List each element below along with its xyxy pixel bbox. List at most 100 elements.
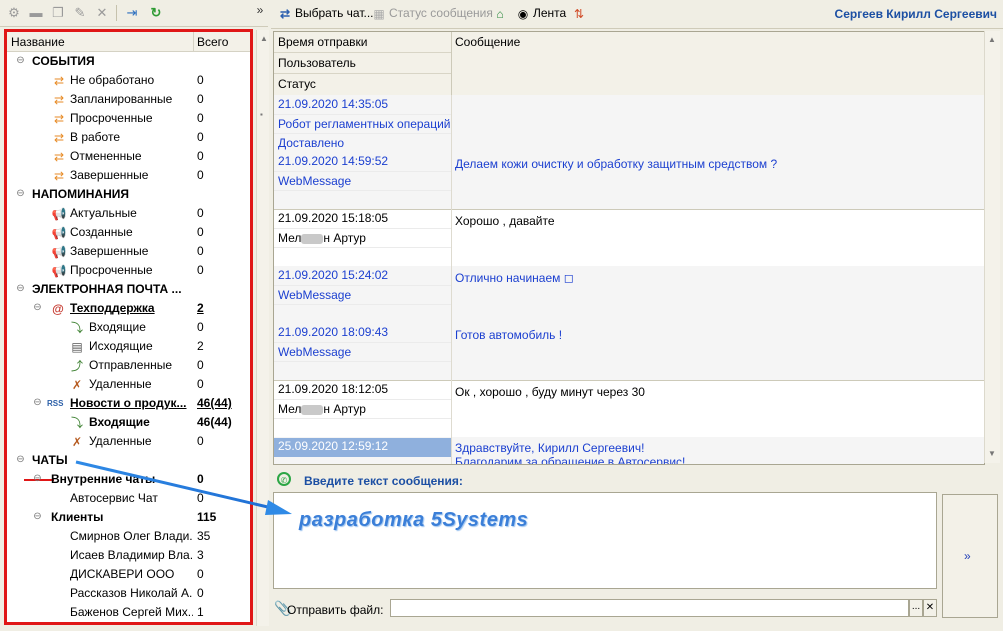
cell-divider bbox=[451, 152, 452, 209]
tree-item[interactable]: ⇄ Запланированные 0 bbox=[7, 90, 250, 109]
tree-item[interactable]: ✗ Удаленные 0 bbox=[7, 432, 250, 451]
col-name-header[interactable]: Название bbox=[11, 35, 65, 49]
browse-file-button[interactable]: ... bbox=[909, 599, 923, 617]
tree-group-events[interactable]: ⊖ СОБЫТИЯ bbox=[7, 52, 250, 71]
select-chat-button[interactable]: ⇄ Выбрать чат... bbox=[277, 6, 374, 22]
collapse-icon[interactable]: ⊖ bbox=[32, 303, 43, 314]
delete-icon[interactable]: ✕ bbox=[94, 5, 110, 21]
settings-icon[interactable]: ⚙ bbox=[6, 5, 22, 21]
tree-count: 46(44) bbox=[197, 396, 232, 410]
tree-item[interactable]: ▤ Исходящие 2 bbox=[7, 337, 250, 356]
collapse-icon[interactable]: ⊖ bbox=[15, 455, 26, 466]
header-divider bbox=[193, 32, 194, 51]
tree-item[interactable]: ⤴ Отправленные 0 bbox=[7, 356, 250, 375]
col-total-header[interactable]: Всего bbox=[197, 35, 228, 49]
tree-item[interactable]: ⇄ Просроченные 0 bbox=[7, 109, 250, 128]
tree-item[interactable]: 📢 Просроченные 0 bbox=[7, 261, 250, 280]
tree-label: ДИСКАВЕРИ ООО bbox=[70, 567, 175, 581]
edit-icon[interactable]: ✎ bbox=[72, 5, 88, 21]
cell-line bbox=[274, 399, 451, 400]
scroll-down-icon[interactable]: ▼ bbox=[988, 449, 996, 458]
message-row[interactable]: 21.09.2020 14:59:52 WebMessage Делаем ко… bbox=[274, 152, 984, 210]
inbox-icon: ⤵ bbox=[70, 416, 83, 430]
tree-count: 0 bbox=[197, 111, 204, 125]
tree-item[interactable]: Исаев Владимир Вла... 3 bbox=[7, 546, 250, 565]
message-row[interactable]: 21.09.2020 14:35:05 Робот регламентных о… bbox=[274, 95, 984, 153]
tree-item[interactable]: Автосервис Чат 0 bbox=[7, 489, 250, 508]
tree-chat-internal[interactable]: ⊖ Внутренние чаты 0 bbox=[7, 470, 250, 489]
tree-label: Техподдержка bbox=[70, 301, 155, 315]
tree-item[interactable]: Баженов Сергей Мих... 1 bbox=[7, 603, 250, 622]
file-path-input[interactable] bbox=[390, 599, 909, 617]
col-sent-time[interactable]: Время отправки bbox=[278, 35, 368, 49]
tree-item[interactable]: 📢 Актуальные 0 bbox=[7, 204, 250, 223]
col-user[interactable]: Пользователь bbox=[278, 56, 356, 70]
tree-label: НАПОМИНАНИЯ bbox=[32, 187, 130, 201]
tree-group-chats[interactable]: ⊖ ЧАТЫ bbox=[7, 451, 250, 470]
tree-item[interactable]: ⇄ В работе 0 bbox=[7, 128, 250, 147]
collapse-icon[interactable]: ⊖ bbox=[32, 512, 43, 523]
collapse-icon[interactable]: ⊖ bbox=[32, 474, 43, 485]
col-message[interactable]: Сообщение bbox=[455, 35, 520, 49]
col-status[interactable]: Статус bbox=[278, 77, 316, 91]
scroll-up-icon[interactable]: ▲ bbox=[260, 34, 268, 43]
feed-button[interactable]: ◉ Лента bbox=[515, 6, 566, 22]
import-icon[interactable]: ⇥ bbox=[124, 5, 140, 21]
grid-scrollbar[interactable]: ▲ ▼ bbox=[984, 31, 1000, 463]
scroll-thumb-icon[interactable]: ▪ bbox=[260, 110, 263, 119]
more-button[interactable]: » bbox=[252, 2, 268, 18]
tree-label: Завершенные bbox=[70, 168, 149, 182]
tree-scrollbar[interactable]: ▲ ▪ bbox=[256, 30, 269, 626]
tree-label: Автосервис Чат bbox=[70, 491, 158, 505]
scroll-up-icon[interactable]: ▲ bbox=[988, 35, 996, 44]
message-status-button[interactable]: ▦ Статус сообщения bbox=[371, 6, 493, 22]
message-row[interactable]: 21.09.2020 18:12:05 Мел н Артур Ок , хоро… bbox=[274, 380, 984, 438]
message-row-selected[interactable]: 25.09.2020 12:59:12 Здравствуйте, Кирилл… bbox=[274, 437, 984, 464]
collapse-icon[interactable]: ⊖ bbox=[15, 189, 26, 200]
tree-mailbox-news[interactable]: ⊖ RSS Новости о продук... 46(44) bbox=[7, 394, 250, 413]
folder-icon[interactable]: ▬ bbox=[28, 5, 44, 21]
collapse-icon[interactable]: ⊖ bbox=[32, 398, 43, 409]
tree-item[interactable]: Рассказов Николай А... 0 bbox=[7, 584, 250, 603]
tree-label: Исходящие bbox=[89, 339, 153, 353]
clear-file-button[interactable]: ✕ bbox=[923, 599, 937, 617]
cell-line bbox=[274, 285, 451, 286]
event-arrow-icon: ⇄ bbox=[53, 112, 65, 126]
header-line bbox=[274, 52, 451, 53]
status-grid-icon: ▦ bbox=[373, 7, 385, 21]
cell-divider bbox=[451, 209, 452, 266]
tree-item[interactable]: ✗ Удаленные 0 bbox=[7, 375, 250, 394]
shop-icon[interactable]: ⌂ bbox=[492, 6, 510, 22]
sort-button[interactable]: ⇅ bbox=[571, 6, 589, 22]
tree-item[interactable]: ⇄ Не обработано 0 bbox=[7, 71, 250, 90]
collapse-icon[interactable]: ⊖ bbox=[15, 284, 26, 295]
tree-count: 0 bbox=[197, 491, 204, 505]
tree-label: Новости о продук... bbox=[70, 396, 187, 410]
tree-item[interactable]: ⇄ Завершенные 0 bbox=[7, 166, 250, 185]
message-input[interactable] bbox=[273, 492, 937, 589]
message-row[interactable]: 21.09.2020 18:09:43 WebMessage Готов авт… bbox=[274, 323, 984, 381]
cell-line bbox=[274, 133, 451, 134]
cell-divider bbox=[451, 437, 452, 464]
collapse-icon[interactable]: ⊖ bbox=[15, 56, 26, 67]
cell-line bbox=[274, 190, 451, 191]
refresh-icon[interactable]: ↻ bbox=[148, 5, 164, 21]
send-button[interactable]: » bbox=[942, 494, 998, 618]
tree-chat-clients[interactable]: ⊖ Клиенты 115 bbox=[7, 508, 250, 527]
tree-label: ЧАТЫ bbox=[32, 453, 68, 467]
tree-label: Просроченные bbox=[70, 263, 153, 277]
tree-item[interactable]: 📢 Завершенные 0 bbox=[7, 242, 250, 261]
message-row[interactable]: 21.09.2020 15:24:02 WebMessage Отлично н… bbox=[274, 266, 984, 324]
tree-item[interactable]: ⤵ Входящие 46(44) bbox=[7, 413, 250, 432]
tree-item[interactable]: 📢 Созданные 0 bbox=[7, 223, 250, 242]
message-row[interactable]: 21.09.2020 15:18:05 Мел н Артур Хорошо , … bbox=[274, 209, 984, 267]
tree-label: ЭЛЕКТРОННАЯ ПОЧТА ... bbox=[32, 282, 182, 296]
tree-item[interactable]: ⇄ Отмененные 0 bbox=[7, 147, 250, 166]
tree-item[interactable]: ДИСКАВЕРИ ООО 0 bbox=[7, 565, 250, 584]
tree-item[interactable]: ⤵ Входящие 0 bbox=[7, 318, 250, 337]
tree-group-email[interactable]: ⊖ ЭЛЕКТРОННАЯ ПОЧТА ... bbox=[7, 280, 250, 299]
tree-item[interactable]: Смирнов Олег Влади... 35 bbox=[7, 527, 250, 546]
tree-mailbox-support[interactable]: ⊖ @ Техподдержка 2 bbox=[7, 299, 250, 318]
tree-group-reminders[interactable]: ⊖ НАПОМИНАНИЯ bbox=[7, 185, 250, 204]
copy-icon[interactable]: ❐ bbox=[50, 5, 66, 21]
